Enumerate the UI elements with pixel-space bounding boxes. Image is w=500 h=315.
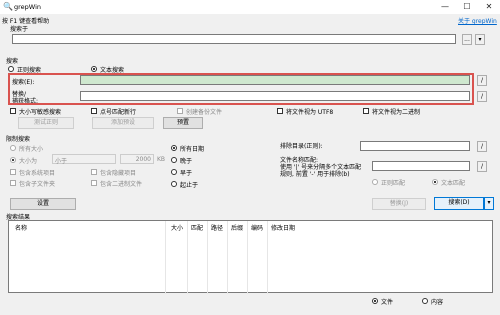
filename-match-input[interactable] — [372, 161, 470, 171]
all-sizes-label: 所有大小 — [19, 146, 44, 153]
include-system-label: 包含系统项目 — [19, 170, 56, 177]
binary-checkbox[interactable] — [363, 108, 369, 114]
column-name[interactable]: 名称 — [15, 223, 27, 232]
text-search-radio[interactable] — [91, 66, 97, 72]
maximize-button[interactable]: ☐ — [456, 0, 478, 14]
include-subfolders-checkbox[interactable] — [10, 180, 16, 186]
close-button[interactable]: ✕ — [478, 0, 500, 14]
highlight-box — [8, 73, 474, 105]
minimize-button[interactable]: — — [434, 0, 456, 14]
show-content-radio[interactable] — [422, 298, 428, 304]
include-binary-checkbox[interactable] — [91, 180, 97, 186]
include-hidden-checkbox[interactable] — [91, 169, 97, 175]
search-path-input[interactable] — [12, 34, 456, 44]
column-encoding[interactable]: 编码 — [251, 223, 263, 232]
settings-button[interactable]: 设置 — [10, 198, 76, 210]
filename-regex-helper-button[interactable]: / — [477, 161, 487, 172]
replace-regex-helper-button[interactable]: / — [477, 91, 487, 102]
column-path[interactable]: 路径 — [211, 223, 223, 232]
search-group-label: 搜索 — [6, 58, 19, 65]
column-extension[interactable]: 后缀 — [231, 223, 243, 232]
between-dates-label: 起止于 — [180, 182, 199, 189]
search-in-label: 搜索于 — [10, 26, 29, 33]
title-bar: 🔍 grepWin — ☐ ✕ — [0, 0, 500, 14]
magnifier-app-icon: 🔍 — [3, 2, 13, 11]
text-match-label: 文本匹配 — [441, 180, 466, 187]
size-value-input[interactable]: 2000 — [120, 154, 154, 164]
search-regex-helper-button[interactable]: / — [477, 75, 487, 86]
include-binary-label: 包含二进制文件 — [100, 181, 143, 188]
replace-button[interactable]: 替换(J) — [372, 198, 426, 210]
backup-checkbox[interactable] — [177, 108, 183, 114]
utf8-label: 将文件视为 UTF8 — [286, 109, 334, 116]
about-link[interactable]: 关于 grepWin — [458, 16, 497, 25]
column-size[interactable]: 大小 — [171, 223, 183, 232]
window-title: grepWin — [14, 3, 41, 11]
case-sensitive-label: 大小写敏感搜索 — [19, 109, 62, 116]
between-dates-radio[interactable] — [171, 181, 177, 187]
search-options-dropdown[interactable]: ▾ — [484, 197, 494, 210]
include-system-checkbox[interactable] — [10, 169, 16, 175]
all-dates-label: 所有日期 — [180, 146, 205, 153]
column-matches[interactable]: 匹配 — [191, 223, 203, 232]
utf8-checkbox[interactable] — [277, 108, 283, 114]
exclude-dirs-input[interactable] — [360, 141, 470, 151]
dot-newline-checkbox[interactable] — [91, 108, 97, 114]
text-match-radio[interactable] — [432, 179, 438, 185]
column-divider — [247, 221, 248, 294]
binary-label: 将文件视为二进制 — [372, 109, 421, 116]
newer-than-radio[interactable] — [171, 157, 177, 163]
all-sizes-radio[interactable] — [10, 145, 16, 151]
size-is-label: 大小为 — [19, 158, 38, 165]
results-list[interactable]: 名称 大小 匹配 路径 后缀 编码 修改日期 — [8, 220, 493, 294]
presets-button[interactable]: 预置 — [163, 117, 203, 129]
regex-search-radio[interactable] — [8, 66, 14, 72]
path-history-dropdown[interactable]: ▾ — [475, 34, 485, 45]
show-files-label: 文件 — [381, 299, 394, 306]
include-hidden-label: 包含隐藏项目 — [100, 170, 137, 177]
regex-match-label: 正则匹配 — [381, 180, 406, 187]
column-divider — [207, 221, 208, 294]
size-unit-label: KB — [157, 156, 166, 163]
column-modified-date[interactable]: 修改日期 — [271, 223, 295, 232]
add-preset-button[interactable]: 添加预设 — [92, 117, 154, 129]
test-regex-button[interactable]: 测试正则 — [18, 117, 74, 129]
case-sensitive-checkbox[interactable] — [10, 108, 16, 114]
column-divider — [165, 221, 166, 294]
filename-match-label-3: 规则, 前置 '-' 用于排除(b) — [280, 171, 350, 178]
include-subfolders-label: 包含子文件夹 — [19, 181, 56, 188]
column-divider — [267, 221, 268, 294]
limit-group-label: 限制搜索 — [6, 136, 31, 143]
backup-label: 创建备份文件 — [186, 109, 223, 116]
dot-newline-label: 点号匹配新行 — [100, 109, 137, 116]
show-files-radio[interactable] — [372, 298, 378, 304]
show-content-label: 内容 — [431, 299, 444, 306]
column-divider — [187, 221, 188, 294]
older-than-radio[interactable] — [171, 169, 177, 175]
column-divider — [227, 221, 228, 294]
search-button[interactable]: 搜索(D) — [434, 197, 484, 210]
regex-match-radio[interactable] — [372, 179, 378, 185]
exclude-dirs-label: 排除目录(正则): — [280, 143, 323, 150]
browse-button[interactable]: ... — [462, 34, 472, 45]
exclude-regex-helper-button[interactable]: / — [477, 141, 487, 152]
size-is-radio[interactable] — [10, 157, 16, 163]
grepwin-window: 🔍 grepWin — ☐ ✕ 按 F1 键查看帮助 关于 grepWin 搜索… — [0, 0, 500, 315]
older-than-label: 早于 — [180, 170, 193, 177]
newer-than-label: 晚于 — [180, 158, 193, 165]
size-operator-select[interactable]: 小于 — [52, 154, 116, 165]
all-dates-radio[interactable] — [171, 145, 177, 151]
